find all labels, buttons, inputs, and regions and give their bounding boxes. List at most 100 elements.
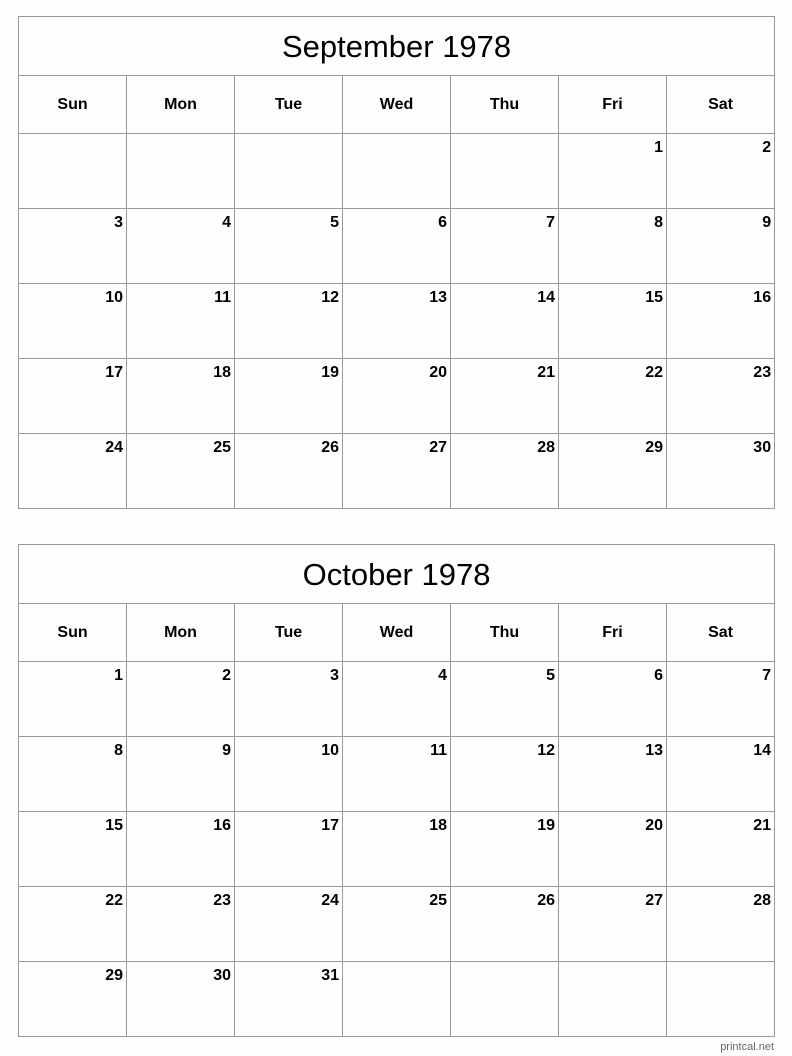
day-cell: 23 xyxy=(665,358,776,434)
day-cell: 12 xyxy=(234,283,343,359)
watermark: printcal.net xyxy=(720,1041,774,1053)
weekday-label: Fri xyxy=(558,603,667,662)
day-cell: 1 xyxy=(18,661,127,737)
day-cell: 8 xyxy=(18,736,127,812)
day-cell xyxy=(665,961,776,1037)
month-calendar: September 1978 Sun Mon Tue Wed Thu Fri Sat 1 2 3 4 5… xyxy=(17,16,776,509)
weekday-label: Fri xyxy=(558,75,667,134)
day-cell: 23 xyxy=(126,886,235,962)
day-cell: 22 xyxy=(18,886,127,962)
day-cell: 10 xyxy=(234,736,343,812)
day-cell xyxy=(558,961,667,1037)
day-cell: 27 xyxy=(342,433,451,509)
weekday-label: Mon xyxy=(126,603,235,662)
day-cell: 21 xyxy=(450,358,559,434)
day-cell: 10 xyxy=(18,283,127,359)
day-cell: 11 xyxy=(126,283,235,359)
month-title: October 1978 xyxy=(17,544,776,604)
month-calendar: October 1978 Sun Mon Tue Wed Thu Fri Sat 1 2 3 4 5 6 7… xyxy=(17,544,776,1037)
day-cell xyxy=(126,133,235,209)
day-cell: 19 xyxy=(234,358,343,434)
weekday-label: Sun xyxy=(18,75,127,134)
day-cell: 22 xyxy=(558,358,667,434)
weekday-label: Sat xyxy=(665,75,776,134)
day-cell xyxy=(342,961,451,1037)
weekday-label: Tue xyxy=(234,75,343,134)
day-cell: 11 xyxy=(342,736,451,812)
day-cell: 17 xyxy=(234,811,343,887)
day-cell: 4 xyxy=(126,208,235,284)
day-cell xyxy=(450,133,559,209)
day-cell xyxy=(342,133,451,209)
weekday-label: Thu xyxy=(450,603,559,662)
weekday-label: Tue xyxy=(234,603,343,662)
month-title: September 1978 xyxy=(17,16,776,76)
day-cell: 2 xyxy=(126,661,235,737)
week-row: 10 11 12 13 14 15 16 xyxy=(18,283,776,359)
weekday-label: Sun xyxy=(18,603,127,662)
day-cell: 9 xyxy=(126,736,235,812)
weekday-label: Wed xyxy=(342,75,451,134)
day-cell: 15 xyxy=(558,283,667,359)
day-cell: 27 xyxy=(558,886,667,962)
day-cell: 20 xyxy=(342,358,451,434)
day-cell: 6 xyxy=(558,661,667,737)
day-cell: 14 xyxy=(665,736,776,812)
week-row: 15 16 17 18 19 20 21 xyxy=(18,811,776,887)
day-cell: 3 xyxy=(234,661,343,737)
day-cell: 3 xyxy=(18,208,127,284)
day-cell: 7 xyxy=(665,661,776,737)
day-cell: 25 xyxy=(342,886,451,962)
day-cell: 6 xyxy=(342,208,451,284)
day-cell: 29 xyxy=(558,433,667,509)
week-row: 3456789 xyxy=(18,208,776,284)
day-cell: 26 xyxy=(234,433,343,509)
week-row: 22 23 24 25 26 27 28 xyxy=(18,886,776,962)
day-cell: 4 xyxy=(342,661,451,737)
day-cell: 24 xyxy=(234,886,343,962)
day-cell: 28 xyxy=(450,433,559,509)
day-cell: 18 xyxy=(342,811,451,887)
weekday-label: Sat xyxy=(665,603,776,662)
weekday-header-row: Sun Mon Tue Wed Thu Fri Sat xyxy=(18,603,776,662)
day-cell: 31 xyxy=(234,961,343,1037)
day-cell: 8 xyxy=(558,208,667,284)
day-cell: 21 xyxy=(665,811,776,887)
day-cell: 16 xyxy=(665,283,776,359)
day-cell: 18 xyxy=(126,358,235,434)
day-cell: 13 xyxy=(558,736,667,812)
day-cell xyxy=(234,133,343,209)
day-cell xyxy=(18,133,127,209)
day-cell: 30 xyxy=(665,433,776,509)
week-row: 24 25 26 27 28 29 30 xyxy=(18,433,776,509)
weekday-label: Mon xyxy=(126,75,235,134)
day-cell: 9 xyxy=(665,208,776,284)
weekday-label: Thu xyxy=(450,75,559,134)
day-cell: 20 xyxy=(558,811,667,887)
day-cell: 15 xyxy=(18,811,127,887)
weekday-label: Wed xyxy=(342,603,451,662)
day-cell: 7 xyxy=(450,208,559,284)
day-cell: 12 xyxy=(450,736,559,812)
week-row: 8 9 10 11 12 13 14 xyxy=(18,736,776,812)
week-row: 17 18 19 20 21 22 23 xyxy=(18,358,776,434)
day-cell: 17 xyxy=(18,358,127,434)
weekday-header-row: Sun Mon Tue Wed Thu Fri Sat xyxy=(18,75,776,134)
day-cell: 5 xyxy=(450,661,559,737)
day-cell: 13 xyxy=(342,283,451,359)
week-row: 12 xyxy=(18,133,776,209)
day-cell: 26 xyxy=(450,886,559,962)
day-cell: 30 xyxy=(126,961,235,1037)
day-cell: 29 xyxy=(18,961,127,1037)
week-row: 1234567 xyxy=(18,661,776,737)
day-cell: 28 xyxy=(665,886,776,962)
day-cell: 5 xyxy=(234,208,343,284)
day-cell xyxy=(450,961,559,1037)
day-cell: 16 xyxy=(126,811,235,887)
day-cell: 24 xyxy=(18,433,127,509)
day-cell: 19 xyxy=(450,811,559,887)
day-cell: 25 xyxy=(126,433,235,509)
day-cell: 14 xyxy=(450,283,559,359)
day-cell: 2 xyxy=(665,133,776,209)
day-cell: 1 xyxy=(558,133,667,209)
